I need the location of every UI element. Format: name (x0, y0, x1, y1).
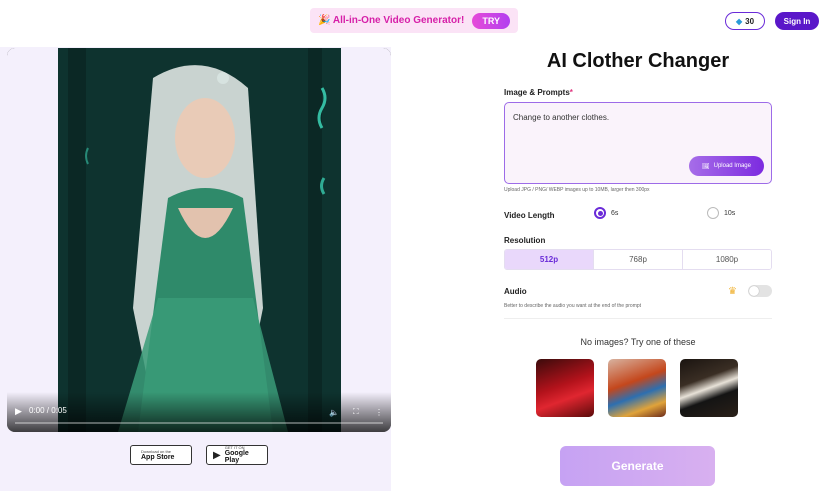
upload-label: Upload Image (713, 163, 751, 169)
video-still-image (58, 48, 341, 432)
required-marker: * (569, 88, 573, 97)
length-option-6s[interactable]: 6s (594, 207, 618, 219)
resolution-selector: 512p 768p 1080p (504, 249, 772, 270)
resolution-option-512p[interactable]: 512p (505, 250, 593, 269)
prompt-textarea[interactable]: Change to another clothes. 🖼 Upload Imag… (504, 102, 772, 184)
volume-icon[interactable]: 🔈 (329, 408, 339, 417)
app-store-large-text: App Store (141, 453, 175, 461)
crown-icon: ♛ (728, 286, 737, 297)
google-play-large-text: Google Play (224, 450, 249, 464)
radio-unselected-icon (707, 207, 719, 219)
image-icon: 🖼 (702, 163, 710, 170)
prompt-label: Image & Prompts* (504, 88, 573, 97)
resolution-option-768p[interactable]: 768p (593, 250, 682, 269)
audio-label: Audio (504, 287, 527, 296)
google-play-icon: ▶ (213, 449, 221, 461)
fullscreen-icon[interactable]: ⛶ (353, 407, 359, 417)
page: 🎉 All-in-One Video Generator! TRY ◆ 30 S… (0, 0, 831, 491)
video-frame (58, 48, 341, 432)
upload-image-button[interactable]: 🖼 Upload Image (689, 156, 764, 176)
divider (504, 318, 772, 319)
try-button[interactable]: TRY (472, 12, 511, 29)
resolution-option-1080p[interactable]: 1080p (682, 250, 771, 269)
prompt-text: Change to another clothes. (513, 113, 610, 122)
diamond-icon: ◆ (735, 16, 743, 26)
sign-in-button[interactable]: Sign In (775, 12, 819, 30)
page-title: AI Clother Changer (546, 50, 730, 72)
play-icon[interactable]: ▶ (15, 406, 22, 417)
app-store-badge[interactable]: Download on the App Store (130, 445, 192, 465)
credits-badge[interactable]: ◆ 30 (725, 12, 765, 30)
audio-toggle[interactable] (748, 285, 772, 297)
google-play-badge[interactable]: ▶ GET IT ON Google Play (206, 445, 268, 465)
generate-button[interactable]: Generate (560, 446, 715, 486)
video-controls: ▶ 0:00 / 0:05 🔈 ⛶ ⋮ (7, 392, 391, 432)
promo-banner[interactable]: 🎉 All-in-One Video Generator! TRY (310, 8, 518, 33)
credits-count: 30 (745, 16, 755, 26)
video-length-label: Video Length (504, 211, 555, 220)
example-image-3[interactable] (680, 359, 738, 417)
upload-hint: Upload JPG / PNG/ WEBP images up to 10MB… (504, 187, 650, 193)
example-image-1[interactable] (536, 359, 594, 417)
banner-text: 🎉 All-in-One Video Generator! (317, 15, 465, 26)
video-progress-bar[interactable] (15, 422, 383, 424)
video-time: 0:00 / 0:05 (29, 406, 67, 415)
length-option-10s[interactable]: 10s (707, 207, 735, 219)
example-image-2[interactable] (608, 359, 666, 417)
audio-hint: Better to describe the audio you want at… (504, 303, 642, 309)
resolution-label: Resolution (504, 236, 546, 245)
radio-selected-icon (594, 207, 606, 219)
examples-title: No images? Try one of these (580, 337, 696, 347)
more-icon[interactable]: ⋮ (375, 408, 383, 417)
video-player[interactable]: ▶ 0:00 / 0:05 🔈 ⛶ ⋮ (7, 48, 391, 432)
